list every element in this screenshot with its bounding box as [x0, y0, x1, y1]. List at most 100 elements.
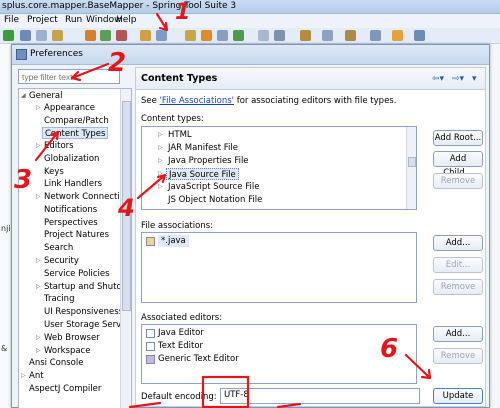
- background-text: nji: [1, 224, 11, 233]
- tree-item-compare-patch[interactable]: Compare/Patch: [44, 115, 109, 127]
- toolbar-icon[interactable]: [233, 30, 244, 41]
- tree-item-user-storage[interactable]: User Storage Servic: [44, 319, 128, 331]
- remove-content-type-button[interactable]: Remove: [433, 173, 483, 189]
- preferences-tree[interactable]: ◢ General ▷ Appearance Compare/Patch Con…: [18, 88, 132, 408]
- content-type-item[interactable]: Java Properties File: [168, 155, 249, 167]
- window-titlebar: splus.core.mapper.BaseMapper - Spring To…: [0, 0, 500, 14]
- tree-scrollbar[interactable]: [120, 89, 131, 408]
- content-types-tree[interactable]: ▷ HTML ▷ JAR Manifest File ▷ Java Proper…: [141, 126, 417, 210]
- tree-item-tracing[interactable]: Tracing: [44, 293, 74, 305]
- tree-item-startup[interactable]: Startup and Shutdo: [44, 281, 127, 293]
- editor-item[interactable]: Generic Text Editor: [158, 353, 239, 365]
- tree-item-web-browser[interactable]: Web Browser: [44, 332, 100, 344]
- toolbar-icon[interactable]: [52, 30, 63, 41]
- toolbar-icon[interactable]: [36, 30, 47, 41]
- menu-project[interactable]: Project: [27, 15, 58, 25]
- tree-item-search[interactable]: Search: [44, 242, 73, 254]
- associated-editors-label: Associated editors:: [141, 313, 223, 323]
- content-type-item[interactable]: HTML: [168, 129, 192, 141]
- tree-item-link-handlers[interactable]: Link Handlers: [44, 178, 102, 190]
- toolbar-icon[interactable]: [217, 30, 228, 41]
- add-child-button[interactable]: Add Child...: [433, 151, 483, 178]
- toolbar-icon[interactable]: [140, 30, 151, 41]
- tree-item-project-natures[interactable]: Project Natures: [44, 229, 109, 241]
- expand-arrow-icon[interactable]: ▷: [158, 157, 163, 164]
- tree-item-service-policies[interactable]: Service Policies: [44, 268, 110, 280]
- tree-item-ansi-console[interactable]: Ansi Console: [29, 357, 83, 369]
- toolbar-icon[interactable]: [185, 30, 196, 41]
- editor-item[interactable]: Text Editor: [158, 340, 203, 352]
- tree-item-appearance[interactable]: Appearance: [44, 102, 95, 114]
- tree-item-content-types[interactable]: Content Types: [42, 127, 109, 139]
- menu-chevron-icon[interactable]: ▾: [472, 74, 477, 84]
- content-type-item[interactable]: JS Object Notation File: [168, 194, 262, 206]
- menu-file[interactable]: File: [4, 15, 19, 25]
- add-association-button[interactable]: Add...: [433, 235, 483, 251]
- content-types-scrollbar[interactable]: [406, 127, 416, 209]
- toolbar-icon[interactable]: [392, 30, 403, 41]
- toolbar-icon[interactable]: [258, 30, 269, 41]
- toolbar-icon[interactable]: [345, 30, 356, 41]
- add-editor-button[interactable]: Add...: [433, 326, 483, 342]
- content-type-item[interactable]: JAR Manifest File: [168, 142, 238, 154]
- menu-help[interactable]: Help: [116, 15, 137, 25]
- edit-association-button[interactable]: Edit...: [433, 257, 483, 273]
- tree-item-security[interactable]: Security: [44, 255, 79, 267]
- back-icon[interactable]: ⇦▾: [432, 74, 444, 84]
- collapse-arrow-icon[interactable]: ▷: [36, 283, 41, 290]
- tree-item-keys[interactable]: Keys: [44, 166, 64, 178]
- file-associations-list[interactable]: *.java: [141, 232, 417, 303]
- run-icon[interactable]: [3, 30, 14, 41]
- toolbar-icon[interactable]: [116, 30, 127, 41]
- expand-arrow-icon[interactable]: ▷: [158, 144, 163, 151]
- tree-item-network[interactable]: Network Connectio: [44, 191, 125, 203]
- forward-icon[interactable]: ⇨▾: [452, 74, 464, 84]
- toolbar-icon[interactable]: [20, 30, 31, 41]
- tree-item-globalization[interactable]: Globalization: [44, 153, 99, 165]
- remove-association-button[interactable]: Remove: [433, 279, 483, 295]
- collapse-arrow-icon[interactable]: ▷: [36, 142, 41, 149]
- add-root-button[interactable]: Add Root...: [433, 130, 483, 146]
- collapse-arrow-icon[interactable]: ▷: [36, 193, 41, 200]
- scrollbar-thumb[interactable]: [408, 157, 416, 167]
- toolbar-icon[interactable]: [201, 30, 212, 41]
- content-type-item-selected[interactable]: Java Source File: [166, 168, 239, 180]
- toolbar-icon[interactable]: [100, 30, 111, 41]
- toolbar-icon[interactable]: [85, 30, 96, 41]
- tree-item-ui-responsiveness[interactable]: UI Responsiveness: [44, 306, 123, 318]
- toolbar-icon[interactable]: [414, 30, 425, 41]
- toolbar-icon[interactable]: [322, 30, 333, 41]
- collapse-arrow-icon[interactable]: ▷: [36, 334, 41, 341]
- content-type-item[interactable]: JavaScript Source File: [168, 181, 259, 193]
- tree-item-editors[interactable]: Editors: [44, 140, 74, 152]
- toolbar-icon[interactable]: [300, 30, 311, 41]
- editor-item[interactable]: Java Editor: [158, 327, 204, 339]
- update-button[interactable]: Update: [433, 388, 483, 404]
- default-encoding-input[interactable]: UTF-8: [220, 388, 420, 404]
- menu-run[interactable]: Run: [65, 15, 82, 25]
- tree-item-ant[interactable]: Ant: [29, 370, 44, 382]
- filter-input[interactable]: [18, 69, 120, 84]
- page-title: Content Types: [141, 73, 218, 84]
- annotation-number-2: 2: [108, 48, 127, 78]
- expand-arrow-icon[interactable]: ▷: [158, 170, 163, 177]
- file-associations-link[interactable]: 'File Associations': [160, 96, 234, 106]
- expand-arrow-icon[interactable]: ▷: [158, 183, 163, 190]
- toolbar-icon[interactable]: [370, 30, 381, 41]
- collapse-arrow-icon[interactable]: ▷: [36, 104, 41, 111]
- tree-item-aspectj[interactable]: AspectJ Compiler: [29, 383, 101, 395]
- collapse-arrow-icon[interactable]: ▷: [36, 347, 41, 354]
- collapse-arrow-icon[interactable]: ▷: [21, 372, 26, 379]
- tree-item-general[interactable]: General: [29, 90, 63, 102]
- toolbar-icon[interactable]: [156, 30, 167, 41]
- tree-item-notifications[interactable]: Notifications: [44, 204, 97, 216]
- expand-arrow-icon[interactable]: ▷: [158, 131, 163, 138]
- expand-arrow-icon[interactable]: ◢: [21, 92, 26, 99]
- tree-item-perspectives[interactable]: Perspectives: [44, 217, 98, 229]
- remove-editor-button[interactable]: Remove: [433, 348, 483, 364]
- toolbar-icon[interactable]: [274, 30, 285, 41]
- collapse-arrow-icon[interactable]: ▷: [36, 257, 41, 264]
- tree-item-workspace[interactable]: Workspace: [44, 345, 90, 357]
- associated-editors-list[interactable]: Java Editor Text Editor Generic Text Edi…: [141, 324, 417, 384]
- file-association-item[interactable]: *.java: [158, 235, 189, 247]
